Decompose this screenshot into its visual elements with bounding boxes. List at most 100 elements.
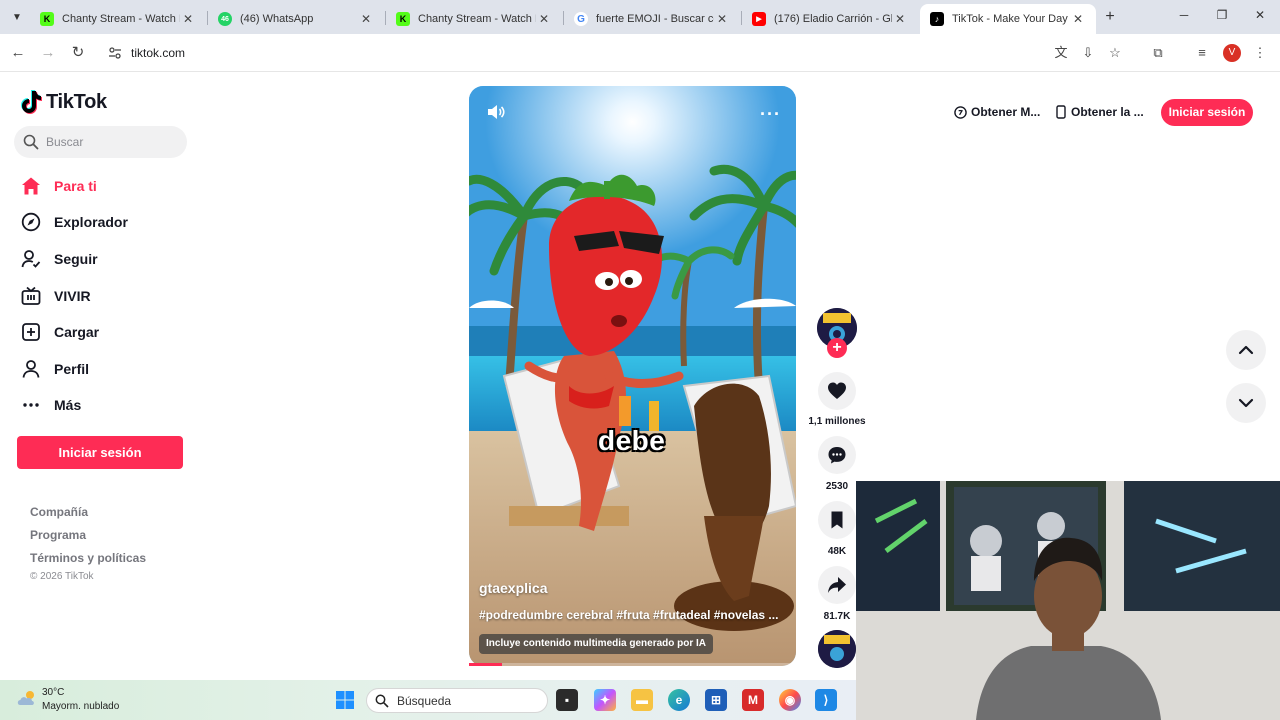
browser-tab-6-active[interactable]: ♪ TikTok - Make Your Day ✕ <box>920 4 1096 34</box>
forward-icon[interactable]: → <box>38 43 58 63</box>
taskbar-search[interactable]: Búsqueda <box>366 688 548 713</box>
compass-icon <box>20 211 42 233</box>
close-tab-icon[interactable]: ✕ <box>892 12 908 26</box>
weather-temperature[interactable]: 30°C <box>42 687 64 698</box>
video-author[interactable]: gtaexplica <box>479 580 547 596</box>
webcam-feed-image <box>856 481 1280 720</box>
video-frame-image <box>469 86 796 666</box>
save-button[interactable] <box>818 501 856 539</box>
following-icon <box>20 248 42 270</box>
copilot-icon[interactable]: ✦ <box>594 689 616 711</box>
close-tab-icon[interactable]: ✕ <box>358 12 374 26</box>
sidebar-login-button[interactable]: Iniciar sesión <box>17 436 183 469</box>
next-creator-avatar[interactable] <box>818 630 856 668</box>
youtube-icon: ▶ <box>752 12 766 26</box>
close-tab-icon[interactable]: ✕ <box>714 12 730 26</box>
translate-icon[interactable]: 文 <box>1053 45 1069 61</box>
file-explorer-icon[interactable]: ▬ <box>631 689 653 711</box>
nav-item-vivir[interactable]: VIVIR <box>20 281 91 311</box>
video-more-options-icon[interactable]: ··· <box>760 104 781 125</box>
live-tv-icon <box>20 285 42 307</box>
browser-menu-icon[interactable]: ⋮ <box>1252 45 1268 61</box>
google-icon: G <box>574 12 588 26</box>
next-video-button[interactable] <box>1226 383 1266 423</box>
window-close-icon[interactable]: ✕ <box>1250 8 1270 26</box>
footer-link-terms[interactable]: Términos y políticas <box>30 551 146 565</box>
close-tab-icon[interactable]: ✕ <box>536 12 552 26</box>
tab-search-button[interactable]: ▼ <box>6 6 28 28</box>
weather-cloud-icon[interactable] <box>16 690 38 706</box>
kick-icon: K <box>396 12 410 26</box>
edge-browser-icon[interactable]: e <box>668 689 690 711</box>
share-button[interactable] <box>818 566 856 604</box>
search-input[interactable] <box>46 126 181 158</box>
phone-icon <box>1055 105 1067 119</box>
comment-icon <box>828 447 846 464</box>
nav-item-para-ti[interactable]: Para ti <box>20 171 97 201</box>
address-bar[interactable]: tiktok.com <box>100 39 1140 67</box>
search-box[interactable] <box>14 126 187 158</box>
vscode-icon[interactable]: ⟩ <box>815 689 837 711</box>
comment-button[interactable] <box>818 436 856 474</box>
video-player[interactable] <box>469 86 796 666</box>
nav-item-cargar[interactable]: Cargar <box>20 317 99 347</box>
video-progress-bar[interactable] <box>469 663 796 666</box>
nav-item-perfil[interactable]: Perfil <box>20 354 89 384</box>
reload-icon[interactable]: ↻ <box>68 43 88 63</box>
like-button[interactable] <box>818 372 856 410</box>
close-tab-icon[interactable]: ✕ <box>180 12 196 26</box>
url-text: tiktok.com <box>131 46 186 60</box>
profile-avatar[interactable]: V <box>1223 44 1241 62</box>
media-controls-icon[interactable]: ≡ <box>1194 45 1210 61</box>
browser-tab-1[interactable]: K Chanty Stream - Watch Liv ✕ <box>30 4 206 34</box>
heart-icon <box>828 382 846 399</box>
browser-tab-3[interactable]: K Chanty Stream - Watch Liv ✕ <box>386 4 562 34</box>
browser-tab-2[interactable]: 46 (46) WhatsApp ✕ <box>208 4 384 34</box>
home-icon <box>20 175 42 197</box>
video-caption-overlay: debe <box>598 425 666 456</box>
chrome-icon[interactable]: ◉ <box>779 689 801 711</box>
footer-link-company[interactable]: Compañía <box>30 505 88 519</box>
video-progress-fill <box>469 663 502 666</box>
install-app-icon[interactable]: ⇩ <box>1080 45 1096 61</box>
profile-icon <box>20 358 42 380</box>
chevron-down-icon <box>1238 398 1254 408</box>
share-icon <box>828 577 846 593</box>
header-login-button[interactable]: Iniciar sesión <box>1161 99 1253 126</box>
get-coins-button[interactable]: Obtener M... <box>954 98 1040 126</box>
browser-tab-5[interactable]: ▶ (176) Eladio Carrión - Glad ✕ <box>742 4 918 34</box>
video-hashtags[interactable]: #podredumbre cerebral #fruta #frutadeal … <box>479 608 779 622</box>
copyright-text: © 2026 TikTok <box>30 571 94 582</box>
task-view-icon[interactable]: ▪ <box>556 689 578 711</box>
windows-start-icon[interactable] <box>335 690 355 710</box>
close-tab-icon[interactable]: ✕ <box>1070 12 1086 26</box>
nav-item-explorador[interactable]: Explorador <box>20 207 128 237</box>
chevron-up-icon <box>1238 345 1254 355</box>
get-app-button[interactable]: Obtener la ... <box>1055 98 1144 126</box>
bookmark-icon <box>831 511 843 529</box>
follow-plus-icon[interactable]: + <box>827 338 847 358</box>
bookmark-star-icon[interactable]: ☆ <box>1107 45 1123 61</box>
tiktok-icon: ♪ <box>930 12 944 26</box>
browser-tab-4[interactable]: G fuerte EMOJI - Buscar con ✕ <box>564 4 740 34</box>
browser-tab-strip: ▼ K Chanty Stream - Watch Liv ✕ 46 (46) … <box>0 0 1280 34</box>
upload-icon <box>20 321 42 343</box>
minimize-icon[interactable]: ─ <box>1174 8 1194 26</box>
new-tab-button[interactable]: + <box>1100 7 1120 27</box>
volume-icon[interactable] <box>486 102 506 122</box>
extensions-icon[interactable]: ⧉ <box>1150 45 1166 61</box>
site-settings-icon[interactable] <box>108 46 122 60</box>
nav-item-seguir[interactable]: Seguir <box>20 244 98 274</box>
back-icon[interactable]: ← <box>8 43 28 63</box>
mcafee-icon[interactable]: M <box>742 689 764 711</box>
footer-link-program[interactable]: Programa <box>30 528 86 542</box>
microsoft-store-icon[interactable]: ⊞ <box>705 689 727 711</box>
webcam-overlay <box>856 481 1280 720</box>
weather-description[interactable]: Mayorm. nublado <box>42 701 119 712</box>
ai-generated-badge: Incluye contenido multimedia generado po… <box>479 634 714 654</box>
tiktok-logo[interactable]: TikTok <box>20 90 107 114</box>
taskbar-search-icon <box>375 694 389 708</box>
nav-item-mas[interactable]: Más <box>20 390 81 420</box>
previous-video-button[interactable] <box>1226 330 1266 370</box>
restore-icon[interactable]: ❐ <box>1212 8 1232 26</box>
